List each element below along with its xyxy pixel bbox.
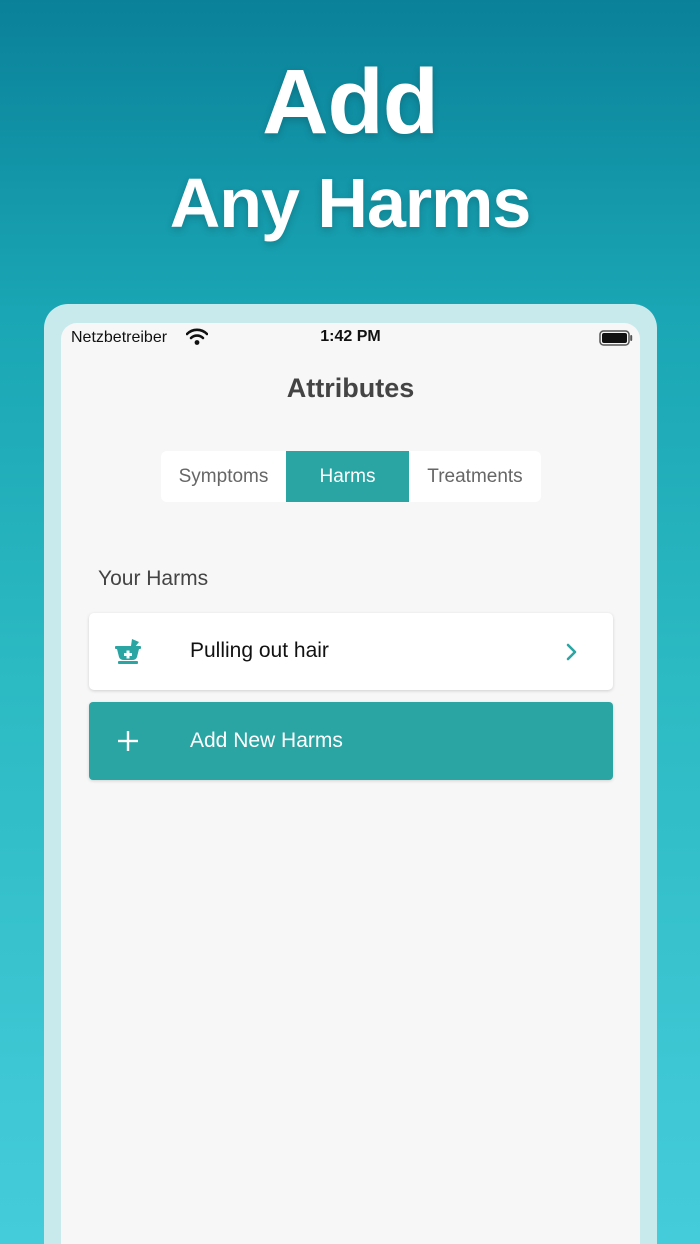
harm-item-label: Pulling out hair (190, 639, 329, 662)
tab-treatments[interactable]: Treatments (409, 451, 541, 502)
status-time: 1:42 PM (320, 328, 381, 345)
status-bar: Netzbetreiber 1:42 PM (61, 323, 640, 353)
harm-list-item[interactable]: Pulling out hair (89, 613, 613, 690)
mortar-pestle-icon (115, 639, 141, 664)
section-label: Your Harms (98, 567, 209, 590)
page-title: Attributes (286, 373, 415, 403)
app-screen: Netzbetreiber 1:42 PM Attributes Symptom… (61, 323, 640, 1244)
tab-symptoms[interactable]: Symptoms (161, 451, 286, 502)
add-new-harms-label: Add New Harms (190, 729, 343, 752)
tab-harms[interactable]: Harms (286, 451, 409, 502)
battery-icon (599, 330, 633, 346)
headline-line-1: Add (262, 51, 439, 153)
attribute-tabs: Symptoms Harms Treatments (161, 451, 541, 502)
add-new-harms-button[interactable]: Add New Harms (89, 702, 613, 780)
headline-line-2: Any Harms (169, 164, 532, 242)
chevron-right-icon (566, 643, 577, 661)
plus-icon (118, 731, 138, 751)
